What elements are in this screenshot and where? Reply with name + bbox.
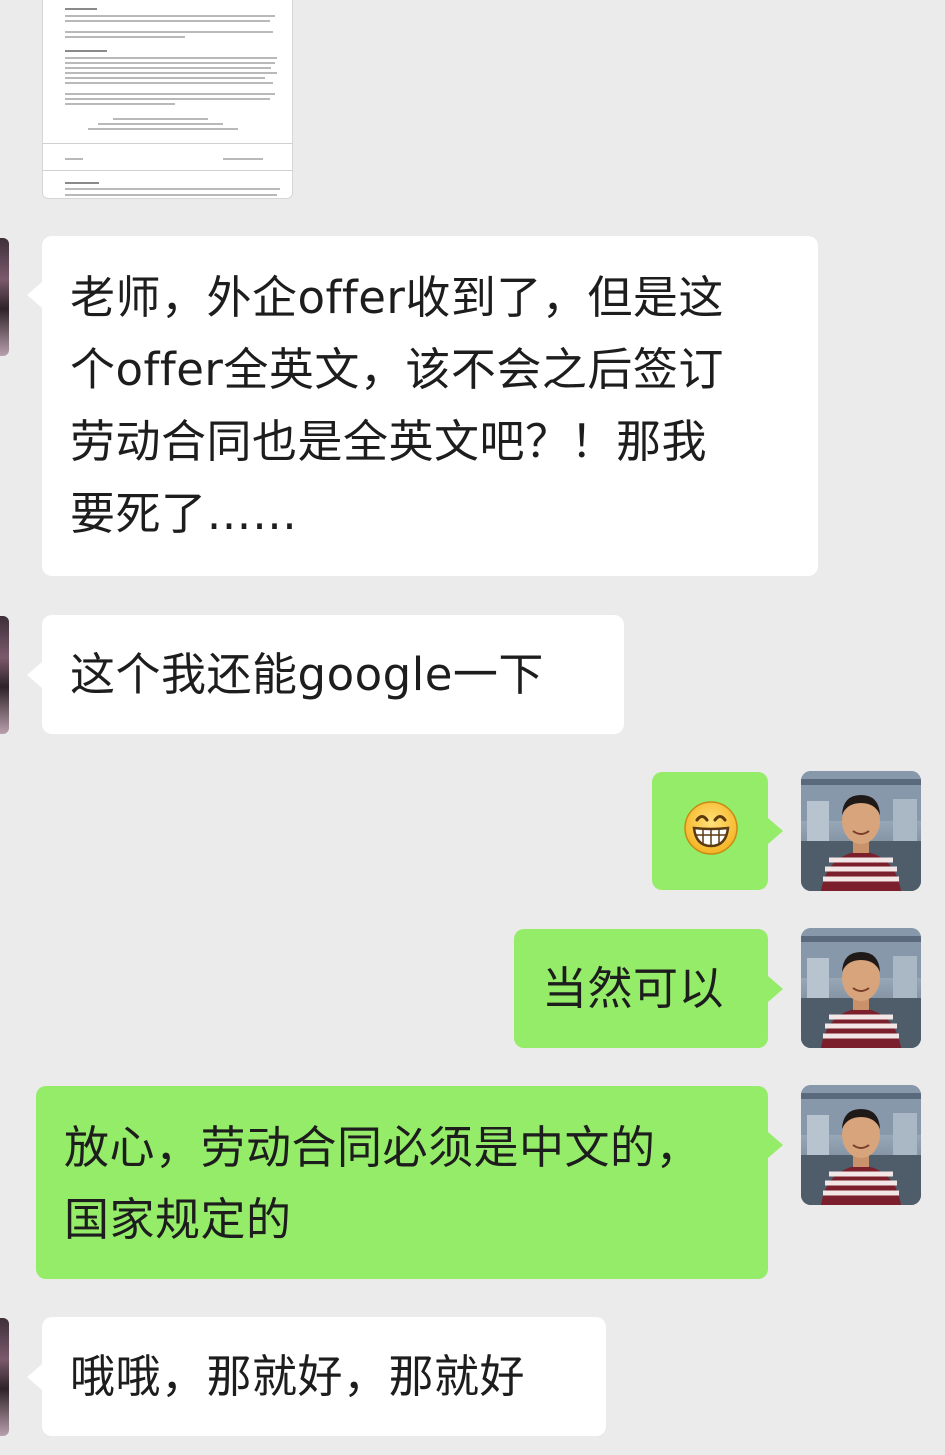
message-line: 个offer全英文，该不会之后签订 [70,343,724,396]
avatar-photo [801,1085,921,1205]
message-line: 劳动合同也是全英文吧？！那我 [70,415,708,468]
incoming-message-bubble[interactable]: 这个我还能google一下 [42,615,624,734]
outgoing-message-bubble[interactable]: 当然可以 [514,929,768,1048]
contact-avatar[interactable] [0,616,9,734]
avatar-photo [801,771,921,891]
self-avatar[interactable] [801,771,921,891]
bubble-tail [768,818,783,844]
message-line: 要死了…… [70,487,298,540]
message-text: 这个我还能google一下 [70,648,544,701]
message-line: 老师，外企offer收到了，但是这 [70,271,724,324]
bubble-tail [768,1132,783,1158]
avatar-photo [801,928,921,1048]
outgoing-emoji-bubble[interactable] [652,772,768,890]
self-avatar[interactable] [801,928,921,1048]
message-line: 放心，劳动合同必须是中文的， [64,1121,702,1174]
message-line: 国家规定的 [64,1193,292,1246]
outgoing-message-bubble[interactable]: 放心，劳动合同必须是中文的， 国家规定的 [36,1086,768,1279]
bubble-tail [27,662,42,688]
contact-avatar[interactable] [0,1318,9,1436]
bubble-tail [27,282,42,308]
message-text: 当然可以 [542,962,725,1015]
contact-avatar[interactable] [0,238,9,356]
incoming-message-bubble[interactable]: 老师，外企offer收到了，但是这 个offer全英文，该不会之后签订 劳动合同… [42,236,818,576]
message-text: 哦哦，那就好，那就好 [70,1350,526,1403]
grinning-face-emoji [684,801,738,855]
document-image-message[interactable] [42,0,293,199]
incoming-message-bubble[interactable]: 哦哦，那就好，那就好 [42,1317,606,1436]
self-avatar[interactable] [801,1085,921,1205]
bubble-tail [27,1364,42,1390]
bubble-tail [768,976,783,1002]
